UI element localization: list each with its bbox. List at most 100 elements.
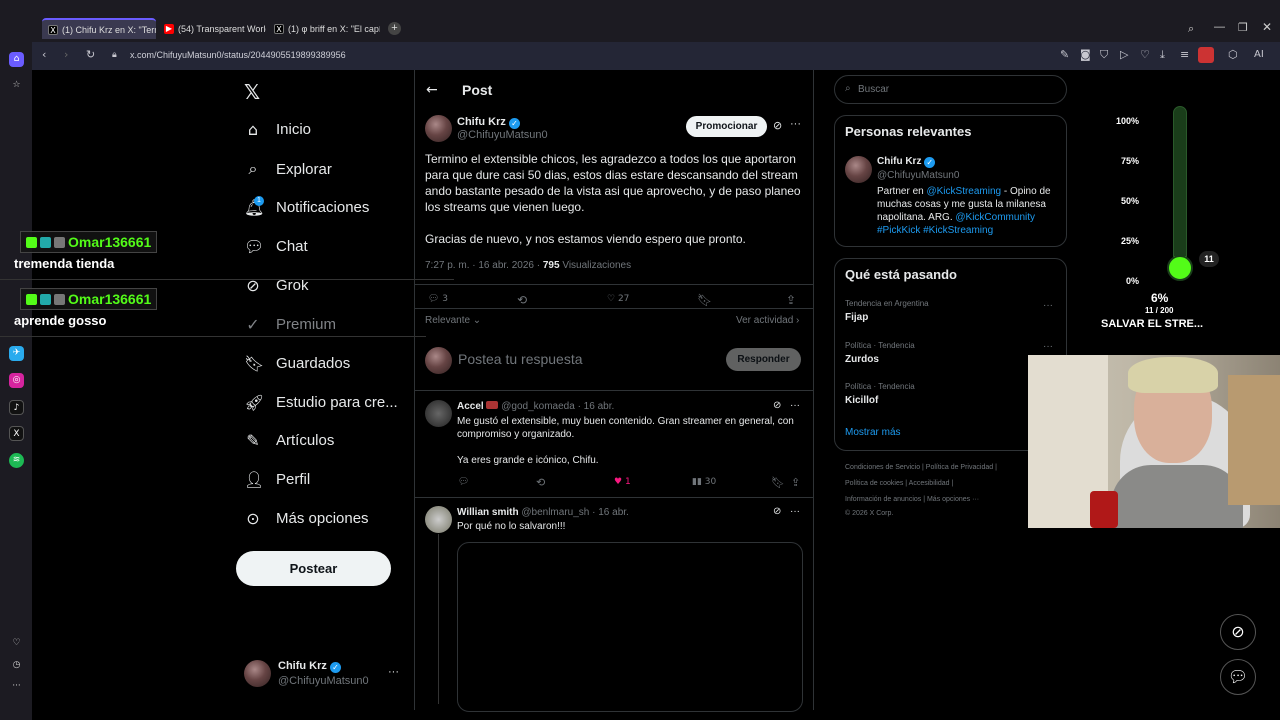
tab-youtube[interactable]: ▶(54) Transparent World – A	[158, 18, 266, 39]
repost-icon[interactable]: ⟲	[536, 476, 545, 489]
heart-toolbar-icon[interactable]: ♡	[1140, 48, 1150, 61]
post-author-name[interactable]: Chifu Krz ✓	[457, 116, 520, 129]
play-icon[interactable]: ▷	[1120, 48, 1128, 61]
trend-item[interactable]: Kicillof	[845, 395, 878, 406]
post-author-avatar[interactable]	[425, 115, 452, 142]
grok-fab-icon[interactable]: ⊘	[1220, 614, 1256, 650]
reply-more-icon[interactable]: ···	[790, 506, 800, 517]
x-sidebar-icon[interactable]: X	[9, 426, 24, 441]
minimize-button[interactable]: —	[1214, 21, 1225, 33]
extensions-icon[interactable]: ⬡	[1228, 48, 1238, 61]
media-preview[interactable]	[457, 542, 803, 712]
nav-home[interactable]: ⌂ Inicio	[244, 120, 311, 139]
person-icon: 👤︎	[244, 470, 265, 489]
history-icon[interactable]: ◷	[9, 658, 24, 673]
show-more-link[interactable]: Mostrar más	[845, 427, 901, 438]
post-button[interactable]: Postear	[236, 551, 391, 586]
reload-icon[interactable]: ↻	[86, 48, 95, 61]
trend-item[interactable]: Fijap	[845, 312, 868, 323]
profile-avatar[interactable]	[1198, 47, 1214, 63]
like-action[interactable]: ♡ 27	[607, 294, 629, 304]
nav-explore[interactable]: ⌕ Explorar	[244, 159, 332, 179]
trend-more-icon[interactable]: ···	[1043, 341, 1053, 352]
edit-icon[interactable]: ✎	[1060, 48, 1069, 61]
download-icon[interactable]: ⤓	[1160, 48, 1165, 62]
search-box[interactable]: ⌕ Buscar	[834, 75, 1067, 104]
close-window-button[interactable]: ✕	[1262, 20, 1272, 34]
view-activity-link[interactable]: Ver actividad ›	[736, 315, 799, 326]
spotify-icon[interactable]: ≋	[9, 453, 24, 468]
restore-button[interactable]: ❐	[1238, 21, 1248, 34]
reply-button[interactable]: Responder	[726, 348, 801, 371]
ai-button[interactable]: AI	[1254, 49, 1264, 60]
nav-more[interactable]: ⊙ Más opciones	[244, 509, 368, 528]
back-arrow-icon[interactable]: ←	[426, 82, 438, 98]
footer-links[interactable]: Política de cookies | Accesibilidad |	[845, 480, 953, 487]
bookmark-action-icon[interactable]: 🔖︎	[771, 476, 785, 489]
relevant-people-title: Personas relevantes	[845, 124, 972, 139]
nav-premium[interactable]: ✓ Premium	[244, 315, 336, 334]
chat-fab-icon[interactable]: 💬︎	[1220, 659, 1256, 695]
relevant-hashtags[interactable]: #PickKick #KickStreaming	[877, 225, 993, 236]
footer-links[interactable]: Información de anuncios | Más opciones ·…	[845, 496, 979, 503]
views-action[interactable]: ▮▮ 30	[692, 477, 716, 487]
nav-profile[interactable]: 👤︎ Perfil	[244, 470, 310, 489]
x-logo-icon[interactable]: 𝕏	[244, 80, 260, 104]
home-sidebar-icon[interactable]: ⌂	[9, 52, 24, 67]
reply-action[interactable]: 💬︎ 3	[428, 294, 448, 304]
sort-dropdown[interactable]: Relevante ⌄	[425, 315, 481, 326]
camera-icon[interactable]: ◙	[1080, 48, 1091, 61]
nav-chat[interactable]: 💬︎ Chat	[244, 237, 308, 256]
post-author-handle[interactable]: @ChifuyuMatsun0	[457, 129, 548, 141]
tab-active[interactable]: X(1) Chifu Krz en X: "Termin	[42, 18, 156, 39]
grok-reply-icon[interactable]: ⊘	[773, 506, 781, 517]
reply-comment-icon[interactable]: 💬︎	[458, 477, 469, 487]
post-text-line: Gracias de nuevo, y nos estamos viendo e…	[425, 232, 746, 246]
reply-header[interactable]: Willian smith @benlmaru_sh · 16 abr.	[457, 507, 629, 518]
tab-x-2[interactable]: X(1) φ briff en X: "El capítul	[268, 18, 380, 39]
red-cup	[1090, 491, 1118, 528]
share-icon[interactable]: ⇪	[791, 476, 800, 489]
bookmark-action-icon[interactable]: 🔖︎	[697, 293, 712, 307]
share-icon[interactable]: ⇪	[786, 293, 796, 307]
url-text[interactable]: x.com/ChifuyuMatsun0/status/204490551989…	[130, 50, 346, 60]
relevant-avatar[interactable]	[845, 156, 872, 183]
bookmark-sidebar-icon[interactable]: ☆	[9, 78, 24, 93]
trend-more-icon[interactable]: ···	[1043, 300, 1053, 311]
nav-saved[interactable]: 🔖︎ Guardados	[244, 354, 350, 373]
shield-icon[interactable]: ⛉	[1100, 48, 1108, 62]
grok-reply-icon[interactable]: ⊘	[773, 400, 781, 411]
account-menu-icon[interactable]: ···	[388, 666, 399, 678]
reply-more-icon[interactable]: ···	[790, 400, 800, 411]
post-more-icon[interactable]: ···	[790, 118, 801, 130]
reply-author-avatar[interactable]	[425, 506, 452, 533]
reply-header[interactable]: Accel @god_komaeda · 16 abr.	[457, 401, 614, 412]
chat-icon: 💬︎	[244, 237, 265, 256]
like-action-liked[interactable]: ♥ 1	[614, 477, 631, 487]
reply-input[interactable]: Postea tu respuesta	[458, 351, 583, 367]
repost-icon[interactable]: ⟲	[517, 293, 527, 307]
more-sidebar-icon[interactable]: ···	[9, 679, 24, 694]
new-tab-button[interactable]: +	[388, 22, 401, 35]
instagram-icon[interactable]: ◎	[9, 373, 24, 388]
home-icon: ⌂	[247, 120, 259, 139]
nav-studio[interactable]: 🚀︎ Estudio para cre...	[244, 393, 398, 412]
trend-item[interactable]: Zurdos	[845, 354, 879, 365]
back-icon[interactable]: ‹	[42, 48, 46, 61]
footer-links[interactable]: Condiciones de Servicio | Política de Pr…	[845, 464, 997, 471]
grok-post-icon[interactable]: ⊘	[773, 119, 782, 132]
forward-icon[interactable]: ›	[64, 48, 68, 61]
relevant-name[interactable]: Chifu Krz ✓	[877, 156, 936, 168]
divider	[415, 284, 813, 285]
heart-sidebar-icon[interactable]: ♡	[9, 636, 24, 651]
telegram-icon[interactable]: ✈	[9, 346, 24, 361]
promote-button[interactable]: Promocionar	[686, 116, 767, 137]
reply-author-avatar[interactable]	[425, 400, 452, 427]
account-name[interactable]: Chifu Krz ✓	[278, 660, 341, 673]
verified-icon: ✓	[924, 157, 936, 168]
menu-icon[interactable]: ≡	[1180, 48, 1189, 61]
nav-articles[interactable]: ✎ Artículos	[244, 431, 334, 450]
tiktok-icon[interactable]: ♪	[9, 400, 24, 415]
search-tabs-icon[interactable]: ⌕	[1188, 22, 1194, 36]
account-avatar[interactable]	[244, 660, 271, 687]
